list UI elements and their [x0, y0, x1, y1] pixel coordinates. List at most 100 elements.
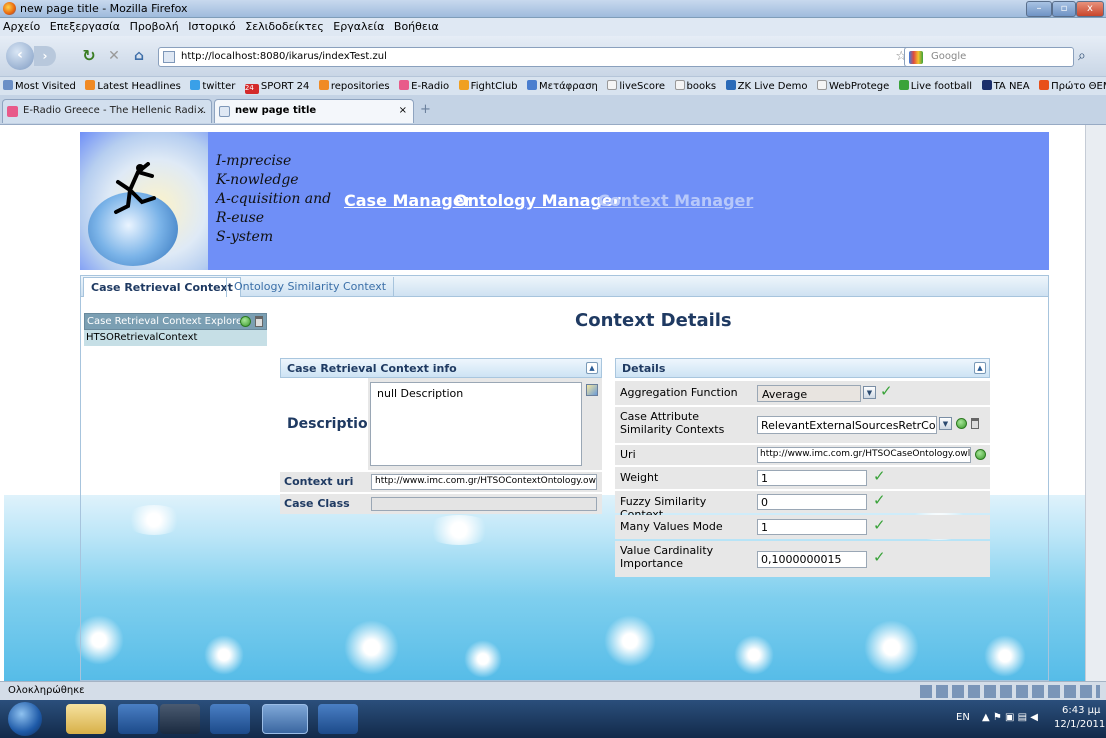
fuzzy-cell: 0 ✓ [753, 491, 990, 513]
uri-input[interactable]: http://www.imc.com.gr/HTSOCaseOntology.o… [757, 447, 971, 463]
close-tab-icon[interactable]: × [197, 105, 205, 116]
media-taskbar-icon[interactable] [118, 704, 158, 734]
hp-taskbar-icon[interactable] [160, 704, 200, 734]
menu-bookmarks[interactable]: Σελιδοδείκτες [242, 18, 327, 35]
browser-tab-eradio[interactable]: E-Radio Greece - The Hellenic Radi... × [2, 99, 212, 123]
menu-history[interactable]: Ιστορικό [185, 18, 239, 35]
bookmark-item[interactable]: Live football [896, 77, 975, 92]
fuzzy-check-icon[interactable]: ✓ [873, 491, 886, 509]
case-attr-select[interactable]: RelevantExternalSourcesRetrCont [757, 416, 937, 434]
delete-case-attr-icon[interactable] [971, 418, 979, 429]
explorer-list-item[interactable]: HTSORetrievalContext [84, 330, 267, 346]
cardinality-cell: 0,1000000015 ✓ [753, 541, 990, 577]
menu-help[interactable]: Βοήθεια [391, 18, 442, 35]
explorer-taskbar-icon[interactable] [66, 704, 106, 734]
stop-icon[interactable]: ✕ [105, 47, 123, 65]
window-title: new page title - Mozilla Firefox [20, 2, 188, 15]
description-textarea[interactable]: null Description [370, 382, 582, 466]
menu-edit[interactable]: Επεξεργασία [47, 18, 123, 35]
case-attr-dropdown-icon[interactable]: ▼ [939, 417, 952, 430]
addon-icons[interactable] [920, 685, 1100, 698]
bookmark-item[interactable]: 24 SPORT 24 [242, 78, 312, 94]
collapse-info-icon[interactable]: ▲ [586, 362, 598, 374]
bookmark-item[interactable]: liveScore [604, 77, 668, 92]
bookmark-item[interactable]: Most Visited [0, 77, 79, 92]
clock-date: 12/1/2011 [1054, 719, 1106, 730]
cardinality-label: Value Cardinality Importance [615, 541, 753, 577]
bookmark-item[interactable]: Latest Headlines [82, 77, 184, 92]
bookmark-item[interactable]: twitter [187, 77, 238, 92]
many-values-check-icon[interactable]: ✓ [873, 516, 886, 534]
browser-tab-new-page[interactable]: new page title × [214, 99, 414, 123]
menu-file[interactable]: Αρχείο [0, 18, 43, 35]
firefox-taskbar-icon[interactable] [262, 704, 308, 734]
maximize-button[interactable]: ▫ [1052, 1, 1076, 17]
nav-case-manager[interactable]: Case Manager [344, 191, 472, 210]
cardinality-check-icon[interactable]: ✓ [873, 548, 886, 566]
bookmark-item[interactable]: TA NEA [979, 77, 1033, 92]
close-window-button[interactable]: x [1076, 1, 1104, 17]
ide-taskbar-icon[interactable] [318, 704, 358, 734]
many-values-label: Many Values Mode [615, 515, 753, 539]
bookmark-item[interactable]: books [672, 77, 720, 92]
bookmark-item[interactable]: repositories [316, 77, 393, 92]
fuzzy-input[interactable]: 0 [757, 494, 867, 510]
home-icon[interactable]: ⌂ [130, 47, 148, 65]
details-panel-header: Details ▲ [615, 358, 990, 378]
clock-time: 6:43 μμ [1062, 705, 1101, 716]
aggregation-check-icon[interactable]: ✓ [880, 382, 893, 400]
add-case-attr-icon[interactable] [956, 418, 967, 429]
search-input[interactable]: Google [904, 47, 1074, 67]
menu-view[interactable]: Προβολή [127, 18, 182, 35]
case-class-input[interactable] [371, 497, 597, 511]
reload-icon[interactable]: ↻ [80, 47, 98, 65]
back-button[interactable]: ‹ [6, 42, 34, 70]
aggregation-dropdown-icon[interactable]: ▼ [863, 386, 876, 399]
edit-icon[interactable] [586, 384, 598, 396]
add-context-icon[interactable] [240, 316, 251, 327]
nav-ontology-manager[interactable]: Ontology Manager [454, 191, 621, 210]
weight-input[interactable]: 1 [757, 470, 867, 486]
bookmark-item[interactable]: ZK Live Demo [723, 77, 811, 92]
bookmarks-toolbar: Most Visited Latest Headlines twitter 24… [0, 76, 1106, 95]
case-class-cell [368, 494, 602, 514]
nav-context-manager[interactable]: Context Manager [598, 191, 753, 210]
collapse-details-icon[interactable]: ▲ [974, 362, 986, 374]
case-attr-label: Case Attribute Similarity Contexts [615, 407, 753, 443]
bookmark-item[interactable]: E-Radio [396, 77, 452, 92]
bookmark-item[interactable]: FightClub [456, 77, 521, 92]
menu-tools[interactable]: Εργαλεία [330, 18, 387, 35]
search-icon[interactable]: ⌕ [1078, 48, 1086, 64]
page-scrollbar[interactable] [1085, 125, 1106, 681]
eradio-favicon [7, 106, 18, 117]
app-header-banner: I-mprecise K-nowledge A-cquisition and R… [80, 132, 1049, 270]
weight-check-icon[interactable]: ✓ [873, 467, 886, 485]
forward-button[interactable]: › [34, 46, 56, 66]
many-values-input[interactable]: 1 [757, 519, 867, 535]
tray-icons[interactable]: ▲ ⚑ ▣ ▤ ◀ [982, 712, 1038, 723]
minimize-button[interactable]: – [1026, 1, 1052, 17]
new-tab-button[interactable]: + [420, 102, 431, 117]
context-tabs: Case Retrieval Context Ontology Similari… [80, 275, 1049, 297]
checklist-taskbar-icon[interactable] [210, 704, 250, 734]
aggregation-select[interactable]: Average [757, 385, 861, 402]
bookmark-item[interactable]: Πρώτο ΘΕΜΑ [1036, 77, 1106, 92]
bookmark-item[interactable]: WebProtege [814, 77, 892, 92]
tab-case-retrieval-context[interactable]: Case Retrieval Context [83, 277, 241, 297]
add-uri-icon[interactable] [975, 449, 986, 460]
search-placeholder: Google [931, 51, 967, 62]
context-uri-input[interactable]: http://www.imc.com.gr/HTSOContextOntolog… [371, 474, 597, 490]
start-button[interactable] [8, 702, 42, 736]
language-indicator[interactable]: EN [956, 712, 970, 723]
tab-ontology-similarity-context[interactable]: Ontology Similarity Context [226, 277, 395, 297]
bookmark-item[interactable]: Μετάφραση [524, 77, 601, 92]
close-tab-icon[interactable]: × [399, 105, 407, 116]
uri-label: Uri [615, 445, 753, 465]
context-uri-label: Context uri [280, 472, 368, 492]
cardinality-input[interactable]: 0,1000000015 [757, 551, 867, 568]
url-bar[interactable]: http://localhost:8080/ikarus/indexTest.z… [158, 47, 918, 67]
google-icon [909, 51, 923, 64]
delete-context-icon[interactable] [255, 316, 263, 327]
description-label: Description [280, 378, 378, 470]
case-class-label: Case Class [280, 494, 368, 514]
